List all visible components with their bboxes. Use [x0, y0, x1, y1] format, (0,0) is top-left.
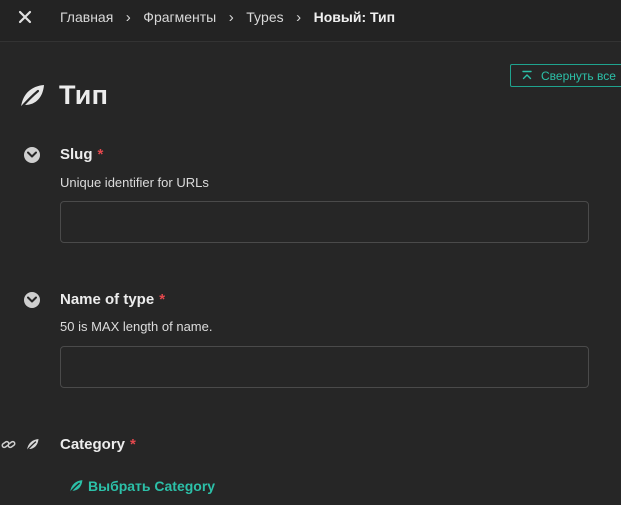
- chevron-down-icon: [27, 296, 37, 303]
- slug-label: Slug *: [60, 146, 103, 163]
- leaf-icon: [18, 84, 44, 110]
- name-label: Name of type *: [60, 291, 165, 308]
- chevron-down-icon: [27, 151, 37, 158]
- leaf-icon: [25, 439, 39, 452]
- category-label: Category *: [60, 436, 136, 453]
- top-bar: Главная › Фрагменты › Types › Новый: Тип…: [0, 0, 621, 42]
- breadcrumb-types[interactable]: Types: [246, 9, 283, 25]
- breadcrumb-fragments[interactable]: Фрагменты: [143, 9, 216, 25]
- collapse-all-label: Свернуть все: [541, 68, 616, 83]
- slug-label-text: Slug: [60, 146, 93, 163]
- slug-input[interactable]: [60, 201, 589, 243]
- choose-category-button[interactable]: Выбрать Category: [68, 478, 215, 494]
- required-marker: *: [97, 146, 104, 163]
- choose-category-label: Выбрать Category: [88, 478, 216, 494]
- link-icon[interactable]: [1, 437, 16, 452]
- slug-collapse-toggle[interactable]: [24, 147, 40, 163]
- leaf-icon: [68, 480, 83, 494]
- breadcrumb-current: Новый: Тип: [313, 9, 396, 25]
- breadcrumb-separator: ›: [228, 8, 234, 26]
- name-hint: 50 is MAX length of name.: [60, 319, 213, 334]
- collapse-all-button[interactable]: Свернуть все: [510, 64, 621, 87]
- page-title: Тип: [59, 80, 109, 110]
- category-label-text: Category: [60, 436, 126, 453]
- collapse-up-icon: [522, 70, 532, 79]
- breadcrumb-separator: ›: [296, 8, 302, 26]
- breadcrumb-home[interactable]: Главная: [60, 9, 113, 25]
- required-marker: *: [130, 436, 136, 453]
- name-input[interactable]: [60, 346, 589, 388]
- breadcrumb-separator: ›: [125, 8, 131, 26]
- name-label-text: Name of type: [60, 291, 155, 308]
- required-marker: *: [159, 291, 166, 308]
- close-icon[interactable]: [16, 8, 34, 26]
- name-collapse-toggle[interactable]: [24, 292, 40, 308]
- breadcrumb: Главная › Фрагменты › Types › Новый: Тип: [60, 8, 395, 26]
- page-header: Тип: [17, 80, 108, 111]
- slug-hint: Unique identifier for URLs: [60, 175, 209, 190]
